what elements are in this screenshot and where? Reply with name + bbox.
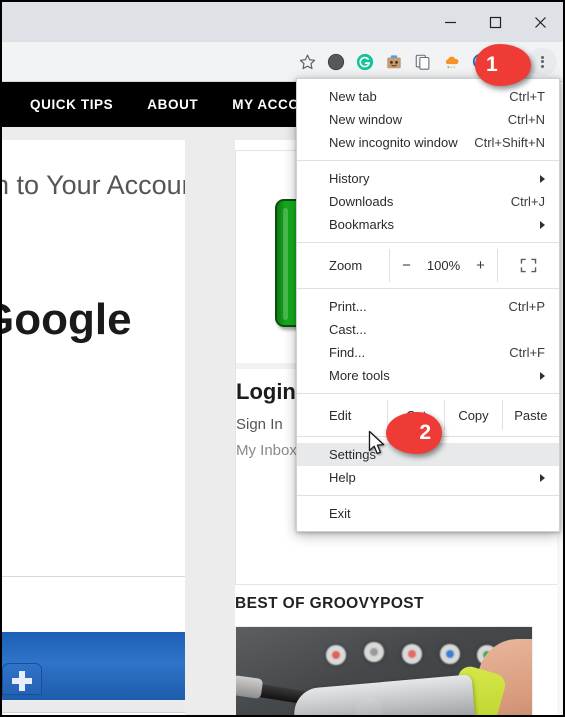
menu-item-label: Find... xyxy=(329,345,366,360)
mouse-cursor xyxy=(368,430,387,462)
photo-address-area: m/chrome/int xyxy=(2,700,186,715)
menu-item-label: Cast... xyxy=(329,322,367,337)
copy-pages-icon[interactable] xyxy=(409,48,437,76)
menu-item-label: New window xyxy=(329,112,402,127)
nav-item-about[interactable]: ABOUT xyxy=(147,97,198,112)
sidebar-link-sign-in[interactable]: Sign In xyxy=(236,416,283,433)
cloud-extension-icon[interactable] xyxy=(438,48,466,76)
menu-item-label: Print... xyxy=(329,299,367,314)
edit-label: Edit xyxy=(329,407,352,423)
menu-item-shortcut: Ctrl+P xyxy=(508,299,545,314)
chevron-right-icon xyxy=(540,371,545,380)
menu-item-shortcut: Ctrl+F xyxy=(509,345,545,360)
menu-item-label: Bookmarks xyxy=(329,217,395,232)
plus-icon xyxy=(19,671,25,691)
menu-item-label: More tools xyxy=(329,368,390,383)
menu-separator xyxy=(297,288,559,289)
article-thumbnail xyxy=(236,627,532,715)
brand-heading: Google xyxy=(2,295,132,344)
chevron-right-icon xyxy=(540,174,545,183)
browser-window: QUICK TIPS ABOUT MY ACCOUNT n In to Your… xyxy=(0,0,565,717)
menu-item-new-window[interactable]: New window Ctrl+N xyxy=(297,108,559,131)
menu-dot xyxy=(540,55,544,59)
menu-zoom-row: Zoom − 100% + xyxy=(297,249,559,282)
rca-connector xyxy=(402,644,422,664)
chevron-right-icon xyxy=(540,220,545,229)
photo-blue-titlebar xyxy=(2,632,186,700)
rca-connector xyxy=(364,642,384,662)
menu-item-label: Downloads xyxy=(329,194,394,209)
close-button[interactable] xyxy=(518,2,563,42)
menu-item-print[interactable]: Print... Ctrl+P xyxy=(297,295,559,318)
zoom-label: Zoom xyxy=(329,258,363,273)
rca-connector xyxy=(326,645,346,665)
horizontal-rule xyxy=(2,576,185,577)
cable-tip xyxy=(236,675,264,699)
photo-new-tab-plus xyxy=(2,663,42,695)
menu-separator xyxy=(297,160,559,161)
content-gutter xyxy=(185,140,235,715)
robot-extension-icon[interactable] xyxy=(380,48,408,76)
paste-button[interactable]: Paste xyxy=(501,400,559,430)
zoom-in-button[interactable]: + xyxy=(476,257,485,274)
chevron-right-icon xyxy=(540,473,545,482)
fullscreen-button[interactable] xyxy=(497,249,559,282)
menu-item-label: New tab xyxy=(329,89,377,104)
menu-separator xyxy=(297,495,559,496)
menu-item-shortcut: Ctrl+N xyxy=(507,112,545,127)
chrome-main-menu: New tab Ctrl+T New window Ctrl+N New inc… xyxy=(296,78,560,532)
photo-url-bar: m/chrome/int xyxy=(2,712,186,715)
chrome-browser-photo: m/chrome/int xyxy=(2,632,186,715)
extension-dark-circle-icon[interactable] xyxy=(322,48,350,76)
title-bar xyxy=(2,2,563,42)
menu-item-more-tools[interactable]: More tools xyxy=(297,364,559,387)
menu-item-shortcut: Ctrl+Shift+N xyxy=(474,135,545,150)
menu-item-label: History xyxy=(329,171,370,186)
menu-dot xyxy=(540,60,544,63)
menu-item-shortcut: Ctrl+T xyxy=(509,89,545,104)
menu-separator xyxy=(297,393,559,394)
best-of-section: BEST OF GROOVYPOST HOW-TO xyxy=(235,595,563,715)
callout-number: 1 xyxy=(486,53,498,76)
callout-marker-2: 2 xyxy=(385,411,443,455)
menu-item-new-tab[interactable]: New tab Ctrl+T xyxy=(297,85,559,108)
menu-item-exit[interactable]: Exit xyxy=(297,502,559,525)
menu-item-label: Exit xyxy=(329,506,351,521)
menu-item-find[interactable]: Find... Ctrl+F xyxy=(297,341,559,364)
sidebar-link-my-inbox[interactable]: My Inbox xyxy=(236,442,297,459)
copy-button[interactable]: Copy xyxy=(444,400,501,430)
menu-separator xyxy=(297,242,559,243)
menu-item-help[interactable]: Help xyxy=(297,466,559,489)
menu-item-label: Help xyxy=(329,470,356,485)
zoom-out-button[interactable]: − xyxy=(402,257,411,274)
menu-item-shortcut: Ctrl+J xyxy=(510,194,545,209)
menu-dot xyxy=(540,64,544,68)
bookmark-star-icon[interactable] xyxy=(293,48,321,76)
callout-number: 2 xyxy=(419,421,431,444)
pliers-image xyxy=(292,674,476,715)
article-card[interactable]: HOW-TO What is Cord Cutting? Your Guide … xyxy=(235,626,533,715)
menu-item-label: New incognito window xyxy=(329,135,458,150)
menu-item-bookmarks[interactable]: Bookmarks xyxy=(297,213,559,236)
menu-item-new-incognito-window[interactable]: New incognito window Ctrl+Shift+N xyxy=(297,131,559,154)
callout-marker-1: 1 xyxy=(474,43,532,87)
menu-item-history[interactable]: History xyxy=(297,167,559,190)
zoom-level-value: 100% xyxy=(426,258,461,273)
minimize-button[interactable] xyxy=(428,2,473,42)
zoom-controls: − 100% + xyxy=(389,249,497,282)
rca-connector xyxy=(440,644,460,664)
nav-item-quick-tips[interactable]: QUICK TIPS xyxy=(30,97,113,112)
page-title: n In to Your Account xyxy=(2,170,205,200)
best-of-heading: BEST OF GROOVYPOST xyxy=(235,595,424,612)
menu-item-downloads[interactable]: Downloads Ctrl+J xyxy=(297,190,559,213)
window-controls xyxy=(428,2,563,42)
menu-item-cast[interactable]: Cast... xyxy=(297,318,559,341)
maximize-button[interactable] xyxy=(473,2,518,42)
grammarly-icon[interactable] xyxy=(351,48,379,76)
sidebar-title: Login xyxy=(236,379,296,404)
